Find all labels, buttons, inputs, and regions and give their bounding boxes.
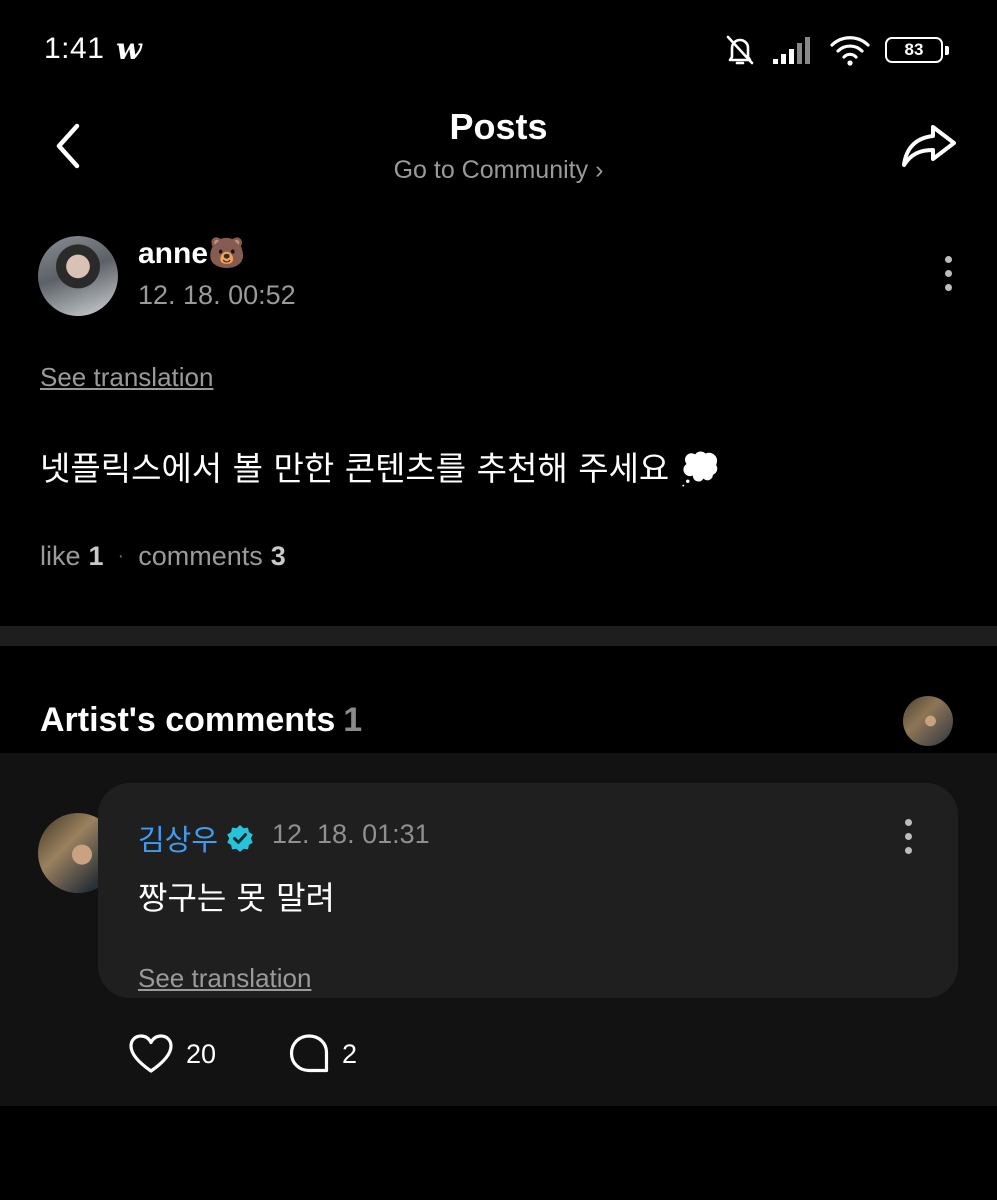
- verified-badge-icon: [227, 825, 253, 852]
- comment-see-translation-link[interactable]: See translation: [138, 963, 311, 994]
- section-divider: [0, 626, 997, 646]
- comments-stat[interactable]: comments 3: [138, 541, 286, 572]
- comment-actions: 20 2: [128, 1033, 429, 1075]
- page-title: Posts: [449, 106, 548, 147]
- battery-level: 83: [904, 40, 924, 59]
- post-see-translation-link[interactable]: See translation: [40, 362, 213, 393]
- post-author: anne🐻 12. 18. 00:52: [38, 236, 958, 316]
- like-label: like: [40, 541, 81, 571]
- comment-text: 짱구는 못 말려: [138, 879, 335, 917]
- artist-avatar-small[interactable]: [903, 696, 953, 746]
- stat-separator: ·: [117, 545, 125, 567]
- signal-icon: [773, 37, 810, 64]
- bell-muted-icon: [726, 35, 754, 65]
- top-navigation: Posts Go to Community ›: [0, 100, 997, 200]
- comment-bubble: 김상우 12. 18. 01:31 짱구는 못 말려 See translati…: [98, 783, 958, 998]
- like-count: 1: [88, 541, 104, 571]
- heart-icon: [129, 1034, 173, 1073]
- artist-comments-count: 1: [343, 701, 363, 739]
- reply-button[interactable]: 2: [288, 1033, 357, 1075]
- like-count: 20: [186, 1038, 217, 1069]
- author-name[interactable]: anne🐻: [138, 236, 245, 271]
- commenter-name-text: 김상우: [138, 823, 219, 857]
- go-to-community-link[interactable]: Go to Community ›: [0, 156, 997, 185]
- share-button[interactable]: [899, 118, 959, 174]
- status-icons: 83: [723, 30, 949, 70]
- go-to-community-label: Go to Community: [393, 156, 589, 184]
- artist-comments-panel: 김상우 12. 18. 01:31 짱구는 못 말려 See translati…: [0, 753, 997, 1106]
- wifi-icon: [830, 36, 870, 66]
- artist-comments-title: Artist's comments: [40, 701, 336, 739]
- artist-comments-heading: Artist's comments 1: [40, 701, 362, 740]
- comment-bubble-icon: [289, 1034, 329, 1073]
- like-stat[interactable]: like 1: [40, 541, 104, 572]
- reply-count: 2: [342, 1038, 358, 1069]
- chevron-right-icon: ›: [595, 156, 604, 184]
- post-more-button[interactable]: [938, 256, 958, 291]
- like-button[interactable]: 20: [128, 1033, 216, 1075]
- post-body: 넷플릭스에서 볼 만한 콘텐츠를 추천해 주세요 💭: [40, 449, 721, 488]
- posts-screen: 1:41 w 83 Posts Go to Community › anne🐻 …: [0, 0, 997, 1200]
- comments-count: 3: [270, 541, 286, 571]
- post-date: 12. 18. 00:52: [138, 280, 296, 310]
- comment-more-button[interactable]: [898, 819, 918, 854]
- author-avatar[interactable]: [38, 236, 118, 316]
- battery-icon: 83: [885, 37, 949, 63]
- commenter-name[interactable]: 김상우: [138, 817, 254, 859]
- post-stats: like 1 · comments 3: [40, 541, 286, 572]
- comments-label: comments: [138, 541, 263, 571]
- share-icon: [902, 125, 956, 167]
- comment-date: 12. 18. 01:31: [272, 819, 430, 849]
- status-time: 1:41: [44, 32, 105, 65]
- weverse-app-icon: w: [116, 32, 142, 67]
- status-bar: 1:41 w 83: [0, 0, 997, 100]
